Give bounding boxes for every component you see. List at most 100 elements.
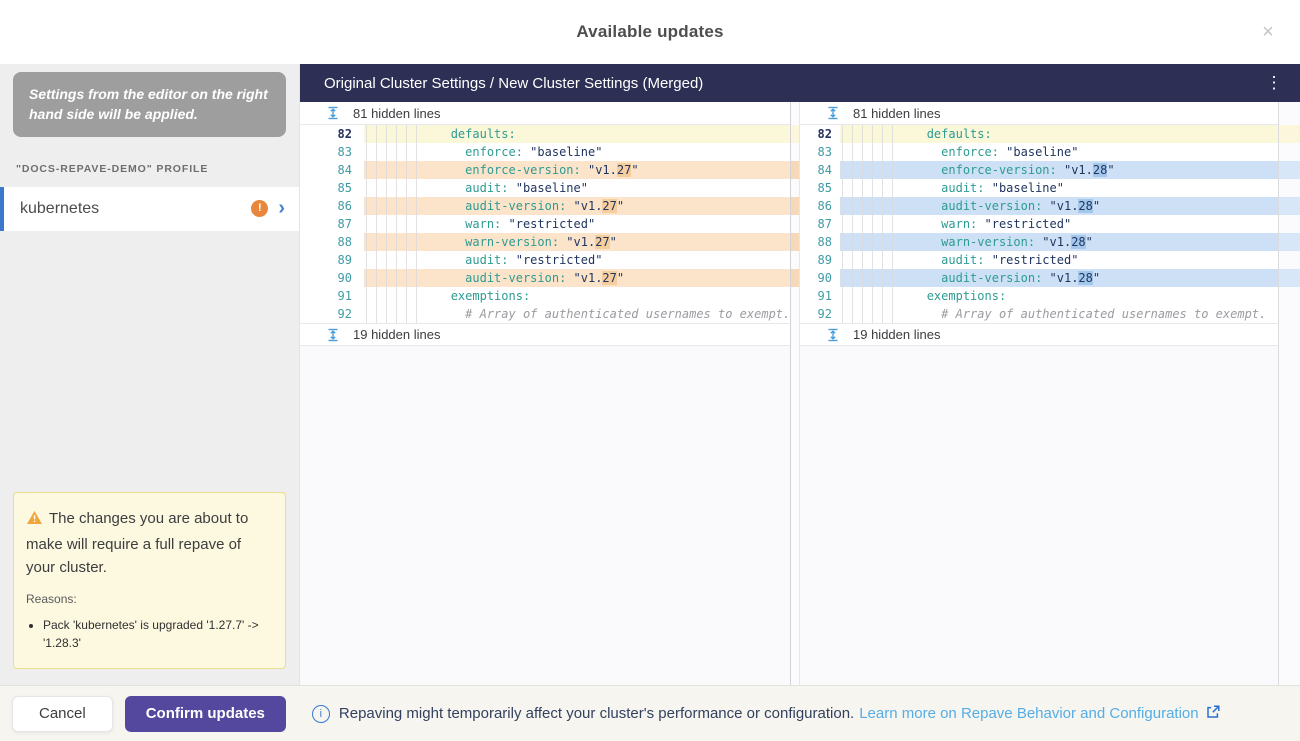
kebab-menu-icon[interactable]: ⋮ xyxy=(1262,73,1286,93)
diff-line[interactable]: 82 defaults: xyxy=(300,125,790,143)
hidden-lines-label: 81 hidden lines xyxy=(853,106,940,121)
diff-line[interactable]: 82 defaults: xyxy=(800,125,1300,143)
diff-line[interactable]: 85 audit: "baseline" xyxy=(300,179,790,197)
diff-line[interactable]: 83 enforce: "baseline" xyxy=(300,143,790,161)
diff-line[interactable]: 86 audit-version: "v1.28" xyxy=(800,197,1300,215)
repave-warning-message: The changes you are about to make will r… xyxy=(26,507,273,579)
diff-header-title: Original Cluster Settings / New Cluster … xyxy=(324,75,1262,92)
code-lines-original[interactable]: 82 defaults:83 enforce: "baseline"84 enf… xyxy=(300,125,790,323)
external-link-icon[interactable] xyxy=(1206,705,1220,723)
sidebar-item-kubernetes[interactable]: kubernetes ! › xyxy=(0,187,299,231)
line-number: 92 xyxy=(800,305,840,323)
unfold-icon[interactable] xyxy=(826,328,840,342)
editor-empty-area[interactable] xyxy=(300,346,790,685)
line-number: 82 xyxy=(300,125,364,143)
line-number: 89 xyxy=(300,251,364,269)
editor-hint-tooltip: Settings from the editor on the right ha… xyxy=(13,72,286,137)
ruler-mark xyxy=(791,269,799,287)
line-content: audit-version: "v1.28" xyxy=(840,197,1300,215)
line-number: 89 xyxy=(800,251,840,269)
close-icon[interactable]: × xyxy=(1254,18,1282,46)
hidden-lines-bottom-left[interactable]: 19 hidden lines xyxy=(300,323,790,346)
hidden-lines-label: 81 hidden lines xyxy=(353,106,440,121)
line-number: 90 xyxy=(800,269,840,287)
diff-line[interactable]: 89 audit: "restricted" xyxy=(300,251,790,269)
line-number: 91 xyxy=(800,287,840,305)
diff-overview-ruler-right[interactable] xyxy=(1278,102,1300,685)
confirm-updates-button[interactable]: Confirm updates xyxy=(125,696,286,732)
changed-token: 28 xyxy=(1071,235,1085,249)
changed-token: 28 xyxy=(1093,163,1107,177)
ruler-mark xyxy=(1279,125,1300,143)
cancel-button[interactable]: Cancel xyxy=(12,696,113,732)
line-content: defaults: xyxy=(364,125,790,143)
line-number: 88 xyxy=(800,233,840,251)
line-number: 83 xyxy=(300,143,364,161)
modal-footer: Cancel Confirm updates i Repaving might … xyxy=(0,685,1300,741)
chevron-right-icon[interactable]: › xyxy=(278,200,285,217)
line-content: audit-version: "v1.28" xyxy=(840,269,1300,287)
page-title: Available updates xyxy=(0,22,1300,42)
line-number: 87 xyxy=(800,215,840,233)
diff-line[interactable]: 84 enforce-version: "v1.28" xyxy=(800,161,1300,179)
diff-pane-original: 81 hidden lines 82 defaults:83 enforce: … xyxy=(300,102,790,685)
line-number: 86 xyxy=(800,197,840,215)
line-content: exemptions: xyxy=(364,287,790,305)
diff-line[interactable]: 91 exemptions: xyxy=(800,287,1300,305)
diff-editor: Original Cluster Settings / New Cluster … xyxy=(300,64,1300,685)
line-content: audit: "restricted" xyxy=(840,251,1300,269)
unfold-icon[interactable] xyxy=(326,328,340,342)
diff-line[interactable]: 83 enforce: "baseline" xyxy=(800,143,1300,161)
diff-overview-ruler-left[interactable] xyxy=(790,102,800,685)
ruler-mark xyxy=(791,233,799,251)
pack-label: kubernetes xyxy=(20,200,251,218)
line-content: enforce: "baseline" xyxy=(840,143,1300,161)
diff-line[interactable]: 87 warn: "restricted" xyxy=(300,215,790,233)
diff-line[interactable]: 86 audit-version: "v1.27" xyxy=(300,197,790,215)
ruler-mark xyxy=(791,125,799,143)
line-content: audit-version: "v1.27" xyxy=(364,197,790,215)
unfold-icon[interactable] xyxy=(826,106,840,120)
diff-line[interactable]: 88 warn-version: "v1.28" xyxy=(800,233,1300,251)
unfold-icon[interactable] xyxy=(326,106,340,120)
diff-line[interactable]: 92 # Array of authenticated usernames to… xyxy=(800,305,1300,323)
diff-line[interactable]: 85 audit: "baseline" xyxy=(800,179,1300,197)
repave-docs-link[interactable]: Learn more on Repave Behavior and Config… xyxy=(859,705,1198,722)
notice-text: Repaving might temporarily affect your c… xyxy=(339,705,854,722)
line-number: 83 xyxy=(800,143,840,161)
line-number: 85 xyxy=(800,179,840,197)
hidden-lines-label: 19 hidden lines xyxy=(853,327,940,342)
hidden-lines-bottom-right[interactable]: 19 hidden lines xyxy=(800,323,1300,346)
reasons-list: Pack 'kubernetes' is upgraded '1.27.7' -… xyxy=(43,616,273,652)
diff-pane-merged: 81 hidden lines 82 defaults:83 enforce: … xyxy=(800,102,1300,685)
diff-line[interactable]: 91 exemptions: xyxy=(300,287,790,305)
diff-line[interactable]: 90 audit-version: "v1.28" xyxy=(800,269,1300,287)
diff-line[interactable]: 88 warn-version: "v1.27" xyxy=(300,233,790,251)
diff-line[interactable]: 89 audit: "restricted" xyxy=(800,251,1300,269)
hidden-lines-top-left[interactable]: 81 hidden lines xyxy=(300,102,790,125)
code-lines-merged[interactable]: 82 defaults:83 enforce: "baseline"84 enf… xyxy=(800,125,1300,323)
line-content: warn: "restricted" xyxy=(364,215,790,233)
warning-triangle-icon xyxy=(26,509,43,532)
line-number: 84 xyxy=(800,161,840,179)
hidden-lines-top-right[interactable]: 81 hidden lines xyxy=(800,102,1300,125)
diff-line[interactable]: 84 enforce-version: "v1.27" xyxy=(300,161,790,179)
reason-item: Pack 'kubernetes' is upgraded '1.27.7' -… xyxy=(43,616,273,652)
diff-line[interactable]: 90 audit-version: "v1.27" xyxy=(300,269,790,287)
warning-badge-icon: ! xyxy=(251,200,268,217)
changed-token: 27 xyxy=(602,199,616,213)
ruler-mark xyxy=(1279,197,1300,215)
editor-empty-area[interactable] xyxy=(800,346,1300,685)
sidebar: Settings from the editor on the right ha… xyxy=(0,64,300,685)
repave-warning-box: The changes you are about to make will r… xyxy=(13,492,286,669)
diff-line[interactable]: 87 warn: "restricted" xyxy=(800,215,1300,233)
line-content: warn-version: "v1.27" xyxy=(364,233,790,251)
line-content: audit-version: "v1.27" xyxy=(364,269,790,287)
diff-line[interactable]: 92 # Array of authenticated usernames to… xyxy=(300,305,790,323)
line-content: enforce: "baseline" xyxy=(364,143,790,161)
ruler-mark xyxy=(791,161,799,179)
changed-token: 27 xyxy=(595,235,609,249)
line-number: 84 xyxy=(300,161,364,179)
line-content: exemptions: xyxy=(840,287,1300,305)
diff-header: Original Cluster Settings / New Cluster … xyxy=(300,64,1300,102)
